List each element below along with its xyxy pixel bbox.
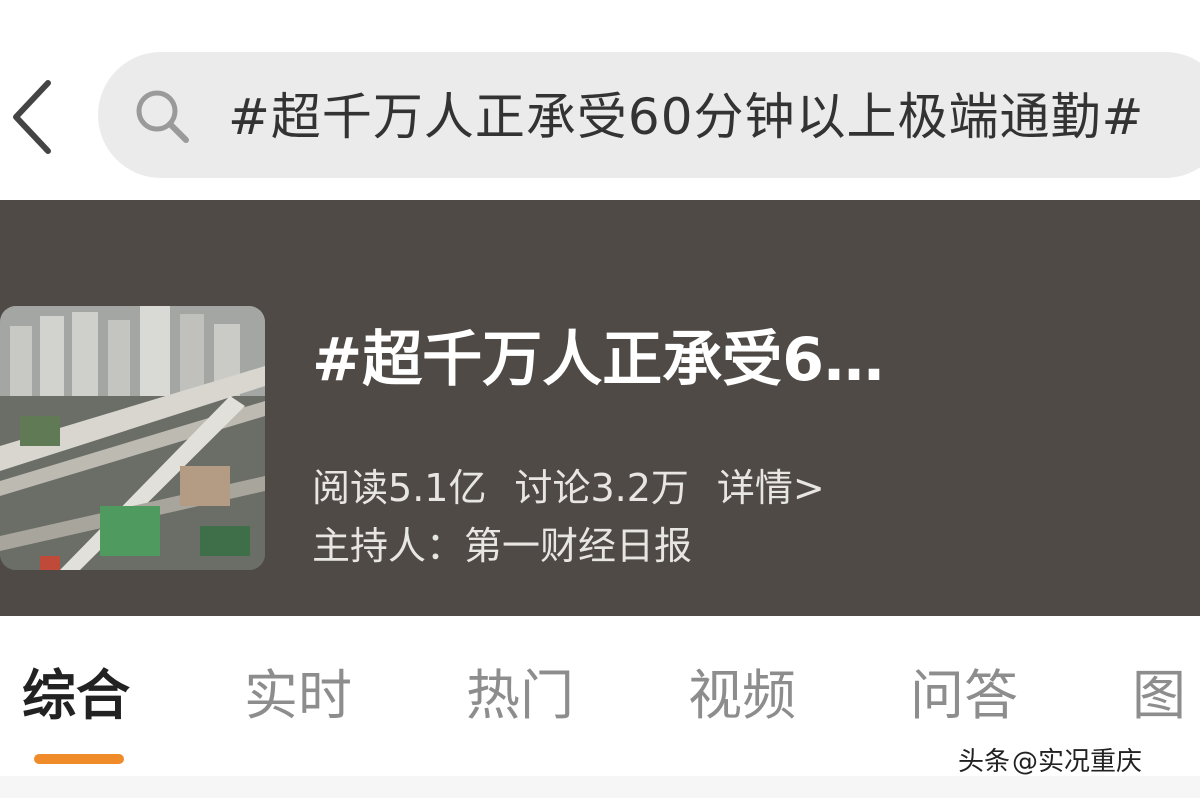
aerial-city-photo [0,306,265,570]
tab-video[interactable]: 视频 [688,656,796,736]
watermark-account: @实况重庆 [1012,747,1143,777]
topic-cover-image[interactable] [0,306,265,570]
tab-comprehensive[interactable]: 综合 [22,656,130,736]
read-count: 5.1亿 [388,466,487,510]
tab-hot[interactable]: 热门 [466,656,574,736]
read-label: 阅读 [312,466,389,510]
topic-title: #超千万人正承受6… [312,325,885,395]
back-arrow-icon [13,80,51,154]
tab-qa[interactable]: 问答 [910,656,1018,736]
search-input[interactable]: #超千万人正承受60分钟以上极端通勤# [228,82,1200,152]
watermark: 头条 @实况重庆 [958,742,1142,782]
discuss-count: 3.2万 [590,466,689,510]
back-button[interactable] [2,72,62,162]
host-info: 主持人： 第一财经日报 [312,520,692,572]
tab-images[interactable]: 图 [1132,656,1186,736]
detail-link[interactable]: 详情> [717,462,825,514]
topic-stats: 阅读 5.1亿 讨论 3.2万 详情> [312,462,825,514]
top-bar: #超千万人正承受60分钟以上极端通勤# [0,0,1200,200]
discuss-label: 讨论 [514,466,591,510]
host-name[interactable]: 第一财经日报 [464,520,692,572]
host-label: 主持人： [312,524,465,568]
tab-realtime[interactable]: 实时 [244,656,352,736]
topic-header: #超千万人正承受6… 阅读 5.1亿 讨论 3.2万 详情> 主持人： 第一财经… [0,200,1200,616]
active-tab-indicator [34,754,124,764]
search-icon [136,90,189,143]
watermark-platform: 头条 [958,747,1011,777]
